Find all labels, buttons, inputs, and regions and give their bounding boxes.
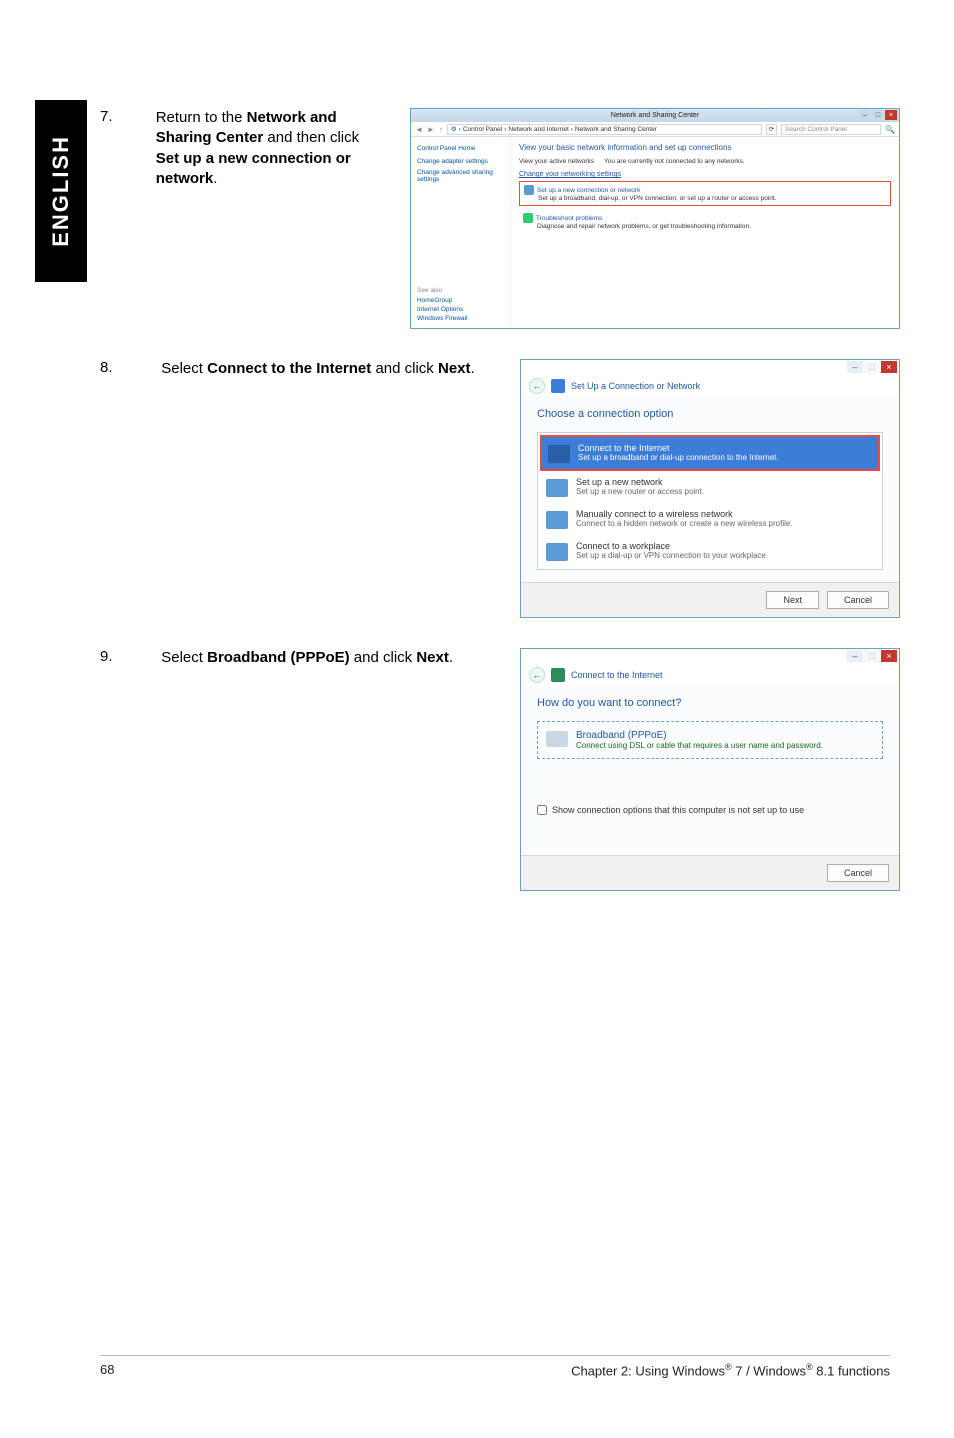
step-7-number: 7.: [100, 108, 116, 329]
chapter-title: Chapter 2: Using Windows® 7 / Windows® 8…: [571, 1362, 890, 1378]
change-adapter-settings-link[interactable]: Change adapter settings: [417, 158, 504, 165]
globe-icon: [548, 445, 570, 463]
option-connect-workplace[interactable]: Connect to a workplace Set up a dial-up …: [540, 535, 880, 567]
option-manual-wireless[interactable]: Manually connect to a wireless network C…: [540, 503, 880, 535]
breadcrumb-bar: ◄ ► ↑ ⚙ › Control Panel › Network and In…: [411, 122, 899, 137]
maximize-button[interactable]: □: [864, 650, 880, 662]
dialog-header: ← Set Up a Connection or Network: [521, 376, 899, 396]
close-button[interactable]: ×: [881, 650, 897, 662]
dialog-title: Set Up a Connection or Network: [571, 381, 700, 391]
next-button[interactable]: Next: [766, 591, 819, 609]
network-sharing-center-window: Network and Sharing Center – □ × ◄ ► ↑ ⚙: [410, 108, 900, 329]
dialog-titlebar: – □ ×: [521, 360, 899, 376]
breadcrumb-path[interactable]: ⚙ › Control Panel › Network and Internet…: [447, 124, 762, 135]
windows-firewall-link[interactable]: Windows Firewall: [417, 315, 504, 322]
step-9-figure: – □ × ← Connect to the Internet How do y…: [520, 648, 900, 891]
connect-internet-dialog: – □ × ← Connect to the Internet How do y…: [520, 648, 900, 891]
close-button[interactable]: ×: [881, 361, 897, 373]
content-area: 7. Return to the Network and Sharing Cen…: [100, 108, 900, 921]
see-also-heading: See also: [417, 287, 504, 294]
option-connect-internet[interactable]: Connect to the Internet Set up a broadba…: [540, 435, 880, 471]
nav-back-icon[interactable]: ◄: [415, 125, 423, 134]
wizard-icon: [551, 668, 565, 682]
dialog-footer: Next Cancel: [521, 582, 899, 617]
page-footer: 68 Chapter 2: Using Windows® 7 / Windows…: [100, 1355, 890, 1378]
cancel-button[interactable]: Cancel: [827, 591, 889, 609]
dialog-panel: How do you want to connect? Broadband (P…: [521, 685, 899, 855]
step-9-text: Select Broadband (PPPoE) and click Next.: [161, 648, 480, 891]
active-networks-text: You are currently not connected to any n…: [604, 158, 745, 165]
show-options-checkbox-input[interactable]: [537, 805, 547, 815]
connection-icon: [524, 185, 534, 195]
left-panel: Control Panel Home Change adapter settin…: [411, 137, 511, 328]
step-9: 9. Select Broadband (PPPoE) and click Ne…: [100, 648, 900, 891]
router-icon: [546, 479, 568, 497]
troubleshoot-icon: [523, 213, 533, 223]
page-number: 68: [100, 1362, 114, 1378]
control-panel-home-link[interactable]: Control Panel Home: [417, 145, 504, 152]
back-button[interactable]: ←: [529, 378, 545, 394]
step-7-text: Return to the Network and Sharing Center…: [156, 108, 370, 329]
homegroup-link[interactable]: HomeGroup: [417, 297, 504, 304]
search-icon[interactable]: 🔍: [885, 125, 895, 134]
setup-connection-dialog: – □ × ← Set Up a Connection or Network C…: [520, 359, 900, 618]
window-title: Network and Sharing Center: [611, 112, 699, 119]
maximize-button[interactable]: □: [872, 110, 884, 120]
cancel-button[interactable]: Cancel: [827, 864, 889, 882]
workplace-icon: [546, 543, 568, 561]
panel-title: Choose a connection option: [537, 408, 883, 420]
change-advanced-sharing-link[interactable]: Change advanced sharing settings: [417, 169, 504, 183]
right-panel: View your basic network information and …: [511, 137, 899, 328]
language-tab: ENGLISH: [35, 100, 87, 282]
window-titlebar: Network and Sharing Center – □ ×: [411, 109, 899, 122]
back-button[interactable]: ←: [529, 667, 545, 683]
step-7-figure: Network and Sharing Center – □ × ◄ ► ↑ ⚙: [410, 108, 900, 329]
close-button[interactable]: ×: [885, 110, 897, 120]
refresh-icon[interactable]: ⟳: [766, 124, 777, 135]
minimize-button[interactable]: –: [847, 650, 863, 662]
internet-options-link[interactable]: Internet Options: [417, 306, 504, 313]
step-8-number: 8.: [100, 359, 121, 618]
nav-forward-icon[interactable]: ►: [427, 125, 435, 134]
broadband-icon: [546, 731, 568, 747]
troubleshoot-item[interactable]: Troubleshoot problems Diagnose and repai…: [519, 210, 891, 233]
step-8-figure: – □ × ← Set Up a Connection or Network C…: [520, 359, 900, 618]
change-settings-heading: Change your networking settings: [519, 171, 891, 178]
step-8-text: Select Connect to the Internet and click…: [161, 359, 480, 618]
step-9-number: 9.: [100, 648, 121, 891]
maximize-button[interactable]: □: [864, 361, 880, 373]
nav-up-icon[interactable]: ↑: [439, 125, 443, 134]
panel-title: How do you want to connect?: [537, 697, 883, 709]
active-networks-label: View your active networks: [519, 158, 594, 165]
dialog-header: ← Connect to the Internet: [521, 665, 899, 685]
language-tab-text: ENGLISH: [48, 135, 74, 247]
minimize-button[interactable]: –: [859, 110, 871, 120]
wizard-icon: [551, 379, 565, 393]
step-8: 8. Select Connect to the Internet and cl…: [100, 359, 900, 618]
dialog-title: Connect to the Internet: [571, 670, 663, 680]
dialog-footer: Cancel: [521, 855, 899, 890]
dialog-titlebar: – □ ×: [521, 649, 899, 665]
setup-new-connection-item[interactable]: Set up a new connection or network Set u…: [519, 181, 891, 206]
show-options-checkbox[interactable]: Show connection options that this comput…: [537, 805, 883, 815]
option-broadband-pppoe[interactable]: Broadband (PPPoE) Connect using DSL or c…: [537, 721, 883, 759]
step-7: 7. Return to the Network and Sharing Cen…: [100, 108, 900, 329]
option-setup-new-network[interactable]: Set up a new network Set up a new router…: [540, 471, 880, 503]
search-input[interactable]: Search Control Panel: [781, 124, 881, 135]
wireless-icon: [546, 511, 568, 529]
minimize-button[interactable]: –: [847, 361, 863, 373]
main-heading: View your basic network information and …: [519, 143, 891, 152]
dialog-panel: Choose a connection option Connect to th…: [521, 396, 899, 582]
